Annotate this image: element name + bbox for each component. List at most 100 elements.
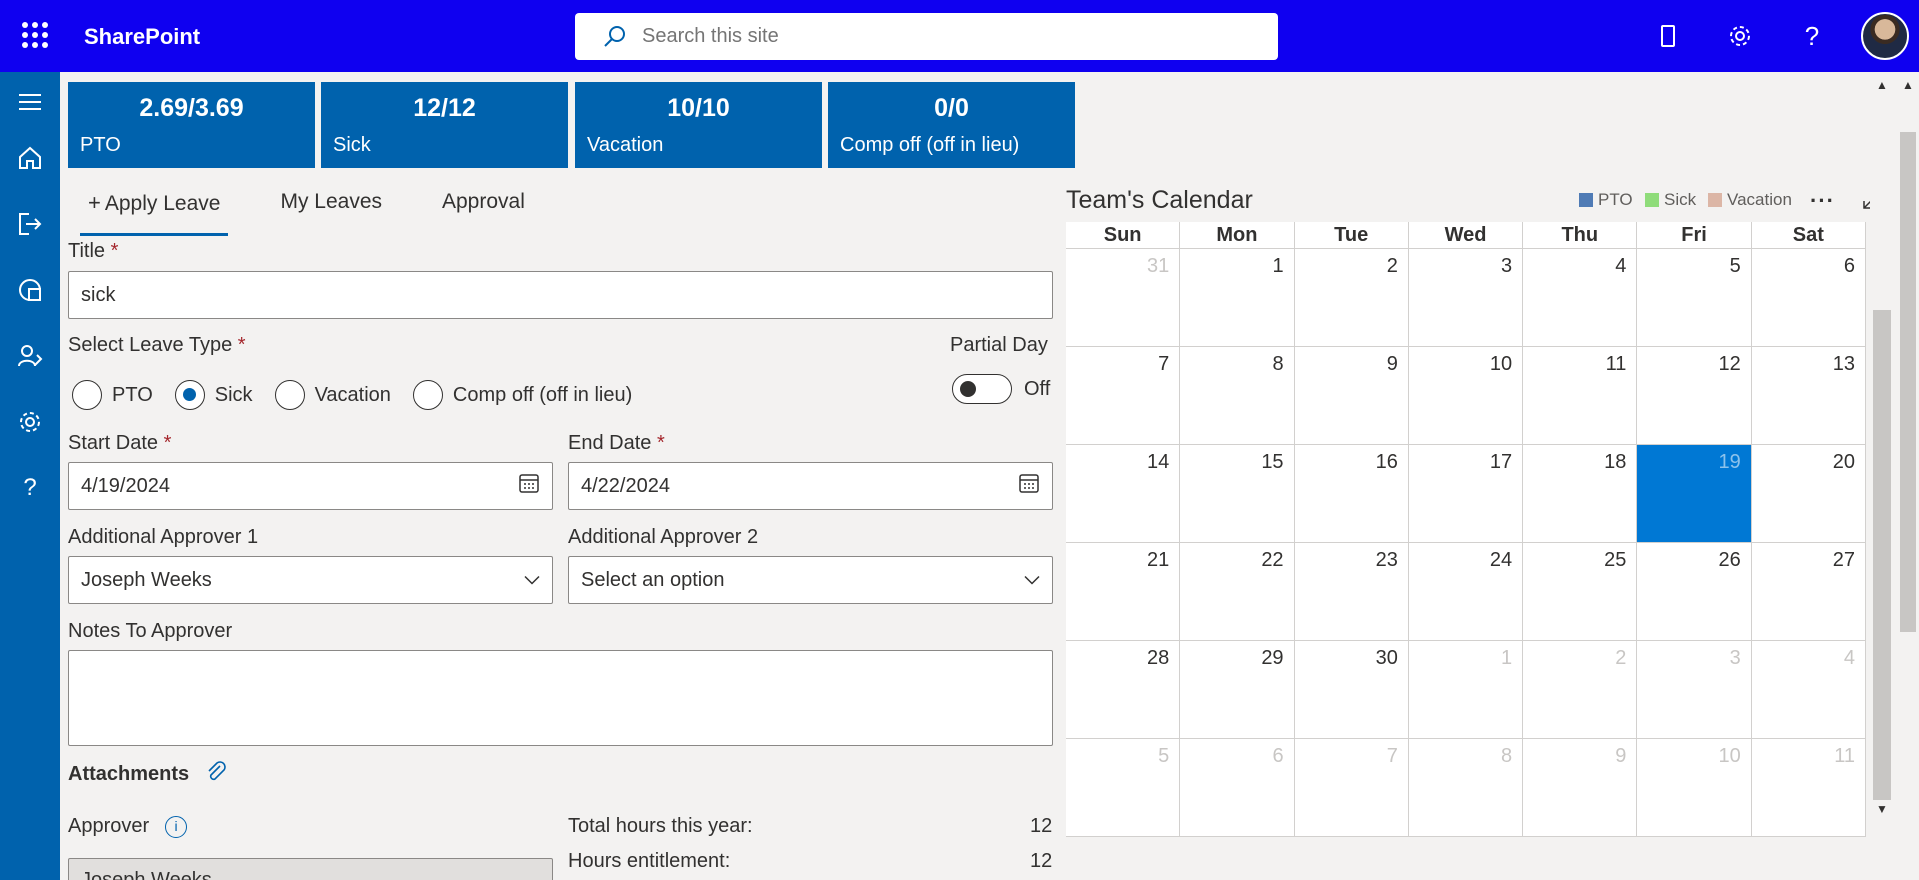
total-hours-value: 12 bbox=[1030, 815, 1053, 837]
calendar-day[interactable]: 3 bbox=[1408, 249, 1524, 347]
radio-vacation[interactable]: Vacation bbox=[274, 380, 391, 410]
calendar-day[interactable]: 4 bbox=[1751, 641, 1866, 739]
calendar-day[interactable]: 27 bbox=[1751, 543, 1866, 641]
calendar-day[interactable]: 6 bbox=[1180, 739, 1295, 837]
search-input[interactable] bbox=[642, 25, 1242, 48]
calendar-icon[interactable] bbox=[1018, 472, 1040, 500]
calendar-day[interactable]: 2 bbox=[1523, 641, 1638, 739]
calendar-day[interactable]: 23 bbox=[1294, 543, 1409, 641]
partial-day-toggle[interactable] bbox=[952, 374, 1012, 404]
calendar-day[interactable]: 29 bbox=[1180, 641, 1295, 739]
calendar-scrollbar[interactable]: ▲ ▼ bbox=[1870, 72, 1894, 820]
tile-comp-off: 0/0 Comp off (off in lieu) bbox=[828, 82, 1075, 168]
suite-header: SharePoint ? bbox=[0, 0, 1919, 72]
tab-apply-leave[interactable]: + Apply Leave bbox=[80, 186, 229, 236]
approver2-dropdown[interactable]: Select an option bbox=[568, 556, 1053, 604]
calendar-day[interactable]: 5 bbox=[1637, 249, 1752, 347]
mobile-icon[interactable] bbox=[1652, 20, 1684, 52]
calendar-day[interactable]: 8 bbox=[1408, 739, 1524, 837]
approver1-dropdown[interactable]: Joseph Weeks bbox=[68, 556, 553, 604]
radio-comp-off[interactable]: Comp off (off in lieu) bbox=[412, 380, 632, 410]
calendar-day[interactable]: 11 bbox=[1751, 739, 1866, 837]
page-scrollbar[interactable]: ▲ bbox=[1897, 72, 1919, 880]
calendar-day[interactable]: 18 bbox=[1523, 445, 1638, 543]
paperclip-icon[interactable] bbox=[204, 760, 228, 789]
app-launcher-icon[interactable] bbox=[22, 22, 48, 48]
notes-textarea[interactable] bbox=[68, 650, 1053, 746]
calendar-day-today[interactable]: 19 bbox=[1637, 445, 1752, 543]
help-icon[interactable]: ? bbox=[14, 472, 46, 504]
sign-out-icon[interactable] bbox=[14, 208, 46, 240]
help-icon[interactable]: ? bbox=[1796, 20, 1828, 52]
tile-value: 10/10 bbox=[667, 94, 730, 122]
calendar-day[interactable]: 11 bbox=[1523, 347, 1638, 445]
calendar-icon[interactable] bbox=[518, 472, 540, 500]
calendar-day[interactable]: 25 bbox=[1523, 543, 1638, 641]
home-icon[interactable] bbox=[14, 142, 46, 174]
start-date-field[interactable]: 4/19/2024 bbox=[68, 462, 553, 510]
calendar-day[interactable]: 31 bbox=[1066, 249, 1181, 347]
calendar-day[interactable]: 14 bbox=[1066, 445, 1181, 543]
scrollbar-thumb[interactable] bbox=[1900, 132, 1916, 632]
partial-day-state: Off bbox=[1024, 378, 1051, 400]
calendar-day[interactable]: 1 bbox=[1408, 641, 1524, 739]
calendar-days: 31 1 2 3 4 5 6 7 8 9 10 11 12 13 14 15 1… bbox=[1066, 248, 1866, 837]
radio-sick[interactable]: Sick bbox=[174, 380, 253, 410]
tile-value: 0/0 bbox=[934, 94, 969, 122]
reports-icon[interactable] bbox=[14, 274, 46, 306]
more-options-icon[interactable]: ··· bbox=[1810, 188, 1835, 214]
calendar-day[interactable]: 7 bbox=[1066, 347, 1181, 445]
notes-label: Notes To Approver bbox=[68, 620, 233, 642]
tile-label: PTO bbox=[80, 134, 121, 156]
calendar-day[interactable]: 13 bbox=[1751, 347, 1866, 445]
info-icon[interactable]: i bbox=[165, 816, 187, 838]
end-date-label: End Date * bbox=[568, 432, 665, 454]
calendar-day[interactable]: 8 bbox=[1180, 347, 1295, 445]
calendar-day[interactable]: 26 bbox=[1637, 543, 1752, 641]
avatar[interactable] bbox=[1861, 12, 1909, 60]
scroll-up-icon[interactable]: ▲ bbox=[1876, 78, 1888, 92]
tile-label: Vacation bbox=[587, 134, 664, 156]
scrollbar-thumb[interactable] bbox=[1873, 310, 1891, 800]
tab-approval[interactable]: Approval bbox=[434, 186, 533, 226]
calendar-day[interactable]: 10 bbox=[1408, 347, 1524, 445]
calendar-day[interactable]: 6 bbox=[1751, 249, 1866, 347]
calendar-day[interactable]: 22 bbox=[1180, 543, 1295, 641]
calendar-day[interactable]: 3 bbox=[1637, 641, 1752, 739]
calendar-day[interactable]: 28 bbox=[1066, 641, 1181, 739]
calendar-day[interactable]: 24 bbox=[1408, 543, 1524, 641]
calendar-day[interactable]: 2 bbox=[1294, 249, 1409, 347]
weekday: Fri bbox=[1637, 222, 1752, 248]
calendar-day[interactable]: 20 bbox=[1751, 445, 1866, 543]
hamburger-icon[interactable] bbox=[14, 86, 46, 118]
leave-type-radio-group: PTO Sick Vacation Comp off (off in lieu) bbox=[72, 380, 654, 410]
title-field[interactable]: sick bbox=[68, 271, 1053, 319]
calendar-day[interactable]: 5 bbox=[1066, 739, 1181, 837]
approver-label: Approver bbox=[68, 815, 150, 837]
calendar-day[interactable]: 16 bbox=[1294, 445, 1409, 543]
user-permissions-icon[interactable] bbox=[14, 340, 46, 372]
gear-icon[interactable] bbox=[1724, 20, 1756, 52]
calendar-day[interactable]: 4 bbox=[1523, 249, 1638, 347]
search-box[interactable] bbox=[575, 13, 1278, 60]
calendar-day[interactable]: 9 bbox=[1523, 739, 1638, 837]
calendar-day[interactable]: 12 bbox=[1637, 347, 1752, 445]
calendar-day[interactable]: 17 bbox=[1408, 445, 1524, 543]
calendar-day[interactable]: 30 bbox=[1294, 641, 1409, 739]
brand-title[interactable]: SharePoint bbox=[84, 24, 200, 50]
scroll-down-icon[interactable]: ▼ bbox=[1876, 802, 1888, 816]
calendar-day[interactable]: 15 bbox=[1180, 445, 1295, 543]
calendar-day[interactable]: 7 bbox=[1294, 739, 1409, 837]
radio-pto[interactable]: PTO bbox=[72, 380, 153, 410]
weekday: Sun bbox=[1066, 222, 1181, 248]
plus-icon: + bbox=[88, 190, 101, 215]
scroll-up-icon[interactable]: ▲ bbox=[1902, 78, 1914, 92]
settings-icon[interactable] bbox=[14, 406, 46, 438]
calendar-day[interactable]: 21 bbox=[1066, 543, 1181, 641]
tab-my-leaves[interactable]: My Leaves bbox=[272, 186, 390, 226]
calendar-day[interactable]: 10 bbox=[1637, 739, 1752, 837]
end-date-field[interactable]: 4/22/2024 bbox=[568, 462, 1053, 510]
calendar-day[interactable]: 1 bbox=[1180, 249, 1295, 347]
weekday: Thu bbox=[1523, 222, 1638, 248]
calendar-day[interactable]: 9 bbox=[1294, 347, 1409, 445]
